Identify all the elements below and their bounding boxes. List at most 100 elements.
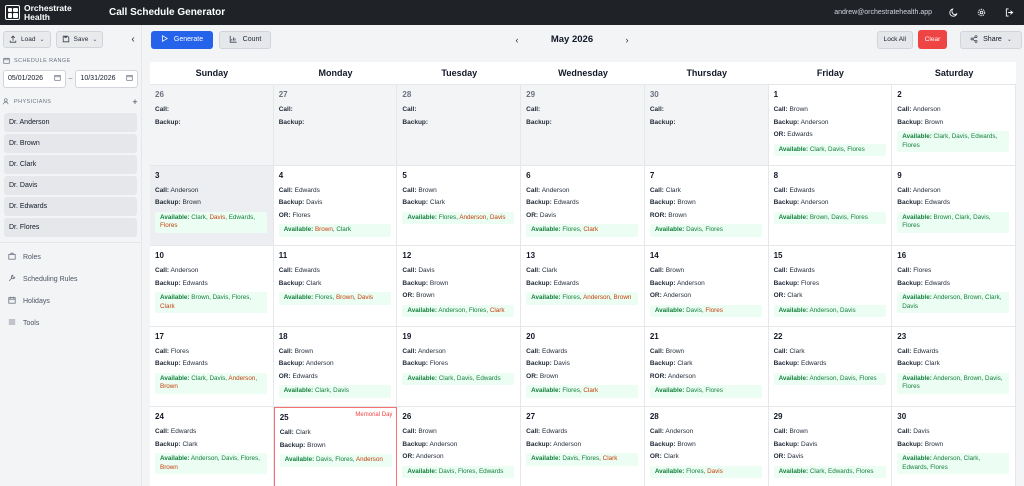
day-cell[interactable]: 23 Call: Edwards Backup: Clark Available: A… <box>892 326 1016 408</box>
available-label: Available: <box>778 213 809 221</box>
available-physician: Flores <box>902 141 920 149</box>
day-cell[interactable]: 24 Call: Edwards Backup: Clark Available: A… <box>150 407 274 486</box>
day-cell[interactable]: 30 Call: Davis Backup: Brown Available: And… <box>892 407 1016 486</box>
call-assignment-label: Call: <box>526 347 541 355</box>
available-physician: Davis <box>985 374 1001 382</box>
day-cell[interactable]: 25 Memorial Day Call: Clark Backup: Brown Av… <box>273 407 398 486</box>
day-cell[interactable]: 1 Call: Brown Backup: Anderson OR: Edwards A… <box>768 85 893 166</box>
available-list: Available: Anderson, Flores, Clark <box>402 304 515 318</box>
backup-assignment-label: Backup: <box>773 279 800 287</box>
available-physician: Clark <box>985 294 1000 302</box>
weekday-label: Saturday <box>934 68 974 78</box>
day-cell[interactable]: 27 Call: Edwards Backup: Anderson Available… <box>521 407 645 486</box>
day-cell[interactable]: 8 Call: Edwards Backup: Anderson Available:… <box>768 165 893 247</box>
backup-assignment: Backup: <box>526 117 640 130</box>
load-button[interactable]: Load ⌄ <box>3 31 51 48</box>
day-cell[interactable]: 21 Call: Brown Backup: Clark ROR: Anderson A… <box>644 326 769 408</box>
day-cell[interactable]: 30 Call: Backup: <box>644 85 769 166</box>
available-list: Available: Flores, Davis <box>649 465 762 479</box>
day-number: 29 <box>773 412 783 422</box>
day-cell[interactable]: 26 Call: Brown Backup: Anderson OR: Anderso… <box>397 407 522 486</box>
day-cell[interactable]: 15 Call: Edwards Backup: Flores OR: Clark Av… <box>768 246 893 327</box>
day-cell[interactable]: 2 Call: Anderson Backup: Brown Available: C… <box>892 85 1016 166</box>
calendar-icon <box>8 296 16 306</box>
logout-icon[interactable] <box>1004 8 1014 18</box>
day-cell[interactable]: 28 Call: Backup: <box>397 85 522 166</box>
day-cell[interactable]: 27 Call: Backup: <box>273 85 398 166</box>
day-cell[interactable]: 10 Call: Anderson Backup: Edwards Available… <box>150 246 274 327</box>
day-cell[interactable]: 3 Call: Anderson Backup: Brown Available: C… <box>150 165 274 247</box>
day-cell[interactable]: 4 Call: Edwards Backup: Davis OR: Flores Ava… <box>273 165 398 247</box>
day-cell[interactable]: 22 Call: Clark Backup: Edwards Available: A… <box>768 326 893 408</box>
day-cell[interactable]: 17 Call: Flores Backup: Edwards Available: … <box>150 326 274 408</box>
call-assignment-label: Call: <box>402 106 417 113</box>
physician-item[interactable]: Dr. Clark <box>4 155 137 174</box>
physician-item[interactable]: Dr. Brown <box>4 134 137 153</box>
day-cell[interactable]: 11 Call: Edwards Backup: Clark Available: F… <box>273 246 398 327</box>
start-date-field[interactable]: 05/01/2026 <box>3 69 66 88</box>
available-physician: Anderson <box>190 455 218 463</box>
day-cell[interactable]: 9 Call: Anderson Backup: Edwards Available:… <box>892 165 1016 247</box>
available-physician: Anderson <box>438 306 466 314</box>
available-label: Available: <box>407 467 437 475</box>
day-cell[interactable]: 19 Call: Anderson Backup: Flores Available:… <box>397 326 522 408</box>
add-physician-icon[interactable]: + <box>132 97 138 107</box>
save-button[interactable]: Save ⌄ <box>55 31 104 48</box>
day-cell[interactable]: 29 Call: Brown Backup: Davis OR: Davis Avail… <box>768 407 893 486</box>
count-button[interactable]: Count <box>219 30 271 49</box>
weekday-label: Tuesday <box>441 68 478 78</box>
available-label: Available: <box>160 455 190 463</box>
call-assignment-label: Call: <box>897 186 912 194</box>
physician-item[interactable]: Dr. Edwards <box>4 197 137 216</box>
physician-item[interactable]: Dr. Flores <box>4 218 137 237</box>
day-cell[interactable]: 6 Call: Anderson Backup: Edwards OR: Davis A… <box>521 165 645 247</box>
day-cell[interactable]: 28 Call: Anderson Backup: Brown OR: Clark Av… <box>644 407 769 486</box>
sidebar-item-roles[interactable]: Roles <box>4 246 137 268</box>
day-cell[interactable]: 7 Call: Clark Backup: Brown ROR: Brown Avail… <box>644 165 769 247</box>
sidebar-item-tools[interactable]: Tools <box>4 312 137 334</box>
day-number: 17 <box>155 331 164 341</box>
share-button[interactable]: Share ⌄ <box>960 30 1022 49</box>
sidebar-item-scheduling-rules[interactable]: Scheduling Rules <box>4 268 137 290</box>
available-physician: Edwards <box>971 133 996 140</box>
generate-button[interactable]: Generate <box>151 30 213 49</box>
day-cell[interactable]: 18 Call: Brown Backup: Anderson OR: Edwards… <box>273 326 398 408</box>
available-physician: Clark <box>809 145 825 153</box>
day-cell[interactable]: 14 Call: Brown Backup: Anderson OR: Anderso… <box>644 246 769 327</box>
lock-all-button[interactable]: Lock All <box>876 30 913 49</box>
day-cell[interactable]: 5 Call: Brown Backup: Clark Available: Flor… <box>397 165 522 247</box>
available-list: Available: Brown, Clark, Davis, Flores <box>897 211 1010 233</box>
available-list: Available: Anderson, Davis, Flores, Brow… <box>155 453 267 475</box>
gear-icon[interactable] <box>976 8 986 18</box>
prev-month-icon[interactable]: ‹ <box>512 35 522 45</box>
physician-item[interactable]: Dr. Davis <box>4 176 137 195</box>
clear-button[interactable]: Clear <box>918 30 947 49</box>
ror-assignment-label: ROR: <box>649 372 667 380</box>
sidebar-item-holidays[interactable]: Holidays <box>4 290 137 312</box>
available-physician: Davis <box>686 226 702 234</box>
day-cell[interactable]: 13 Call: Clark Backup: Edwards Available: F… <box>521 246 645 327</box>
available-physician: Anderson <box>459 213 487 221</box>
day-cell[interactable]: 20 Call: Edwards Backup: Davis OR: Brown Ava… <box>521 326 645 408</box>
day-cell[interactable]: 26 Call: Backup: <box>150 85 274 166</box>
available-label: Available: <box>531 226 561 234</box>
call-assignment-value: Anderson <box>170 186 199 194</box>
call-assignment-label: Call: <box>526 267 541 275</box>
moon-icon[interactable] <box>948 8 958 18</box>
call-assignment: Call: Anderson <box>650 426 764 439</box>
day-cell[interactable]: 29 Call: Backup: <box>521 85 645 166</box>
backup-assignment-value: Flores <box>801 279 820 287</box>
call-assignment-label: Call: <box>402 267 417 275</box>
collapse-sidebar-icon[interactable]: ‹ <box>128 34 138 45</box>
call-assignment: Call: Brown <box>402 185 516 198</box>
month-navigation: ‹ May 2026 › <box>512 25 632 54</box>
logo[interactable]: Orchestrate Health <box>5 4 84 21</box>
day-cell[interactable]: 16 Call: Flores Backup: Edwards Available: … <box>892 246 1016 327</box>
physician-item[interactable]: Dr. Anderson <box>4 113 137 132</box>
available-label: Available: <box>778 306 809 314</box>
day-cell[interactable]: 12 Call: Davis Backup: Brown OR: Brown Avail… <box>397 246 522 327</box>
next-month-icon[interactable]: › <box>622 35 632 45</box>
available-physician: Davis <box>951 133 968 140</box>
end-date-field[interactable]: 10/31/2026 <box>75 69 138 88</box>
available-label: Available: <box>407 213 437 221</box>
